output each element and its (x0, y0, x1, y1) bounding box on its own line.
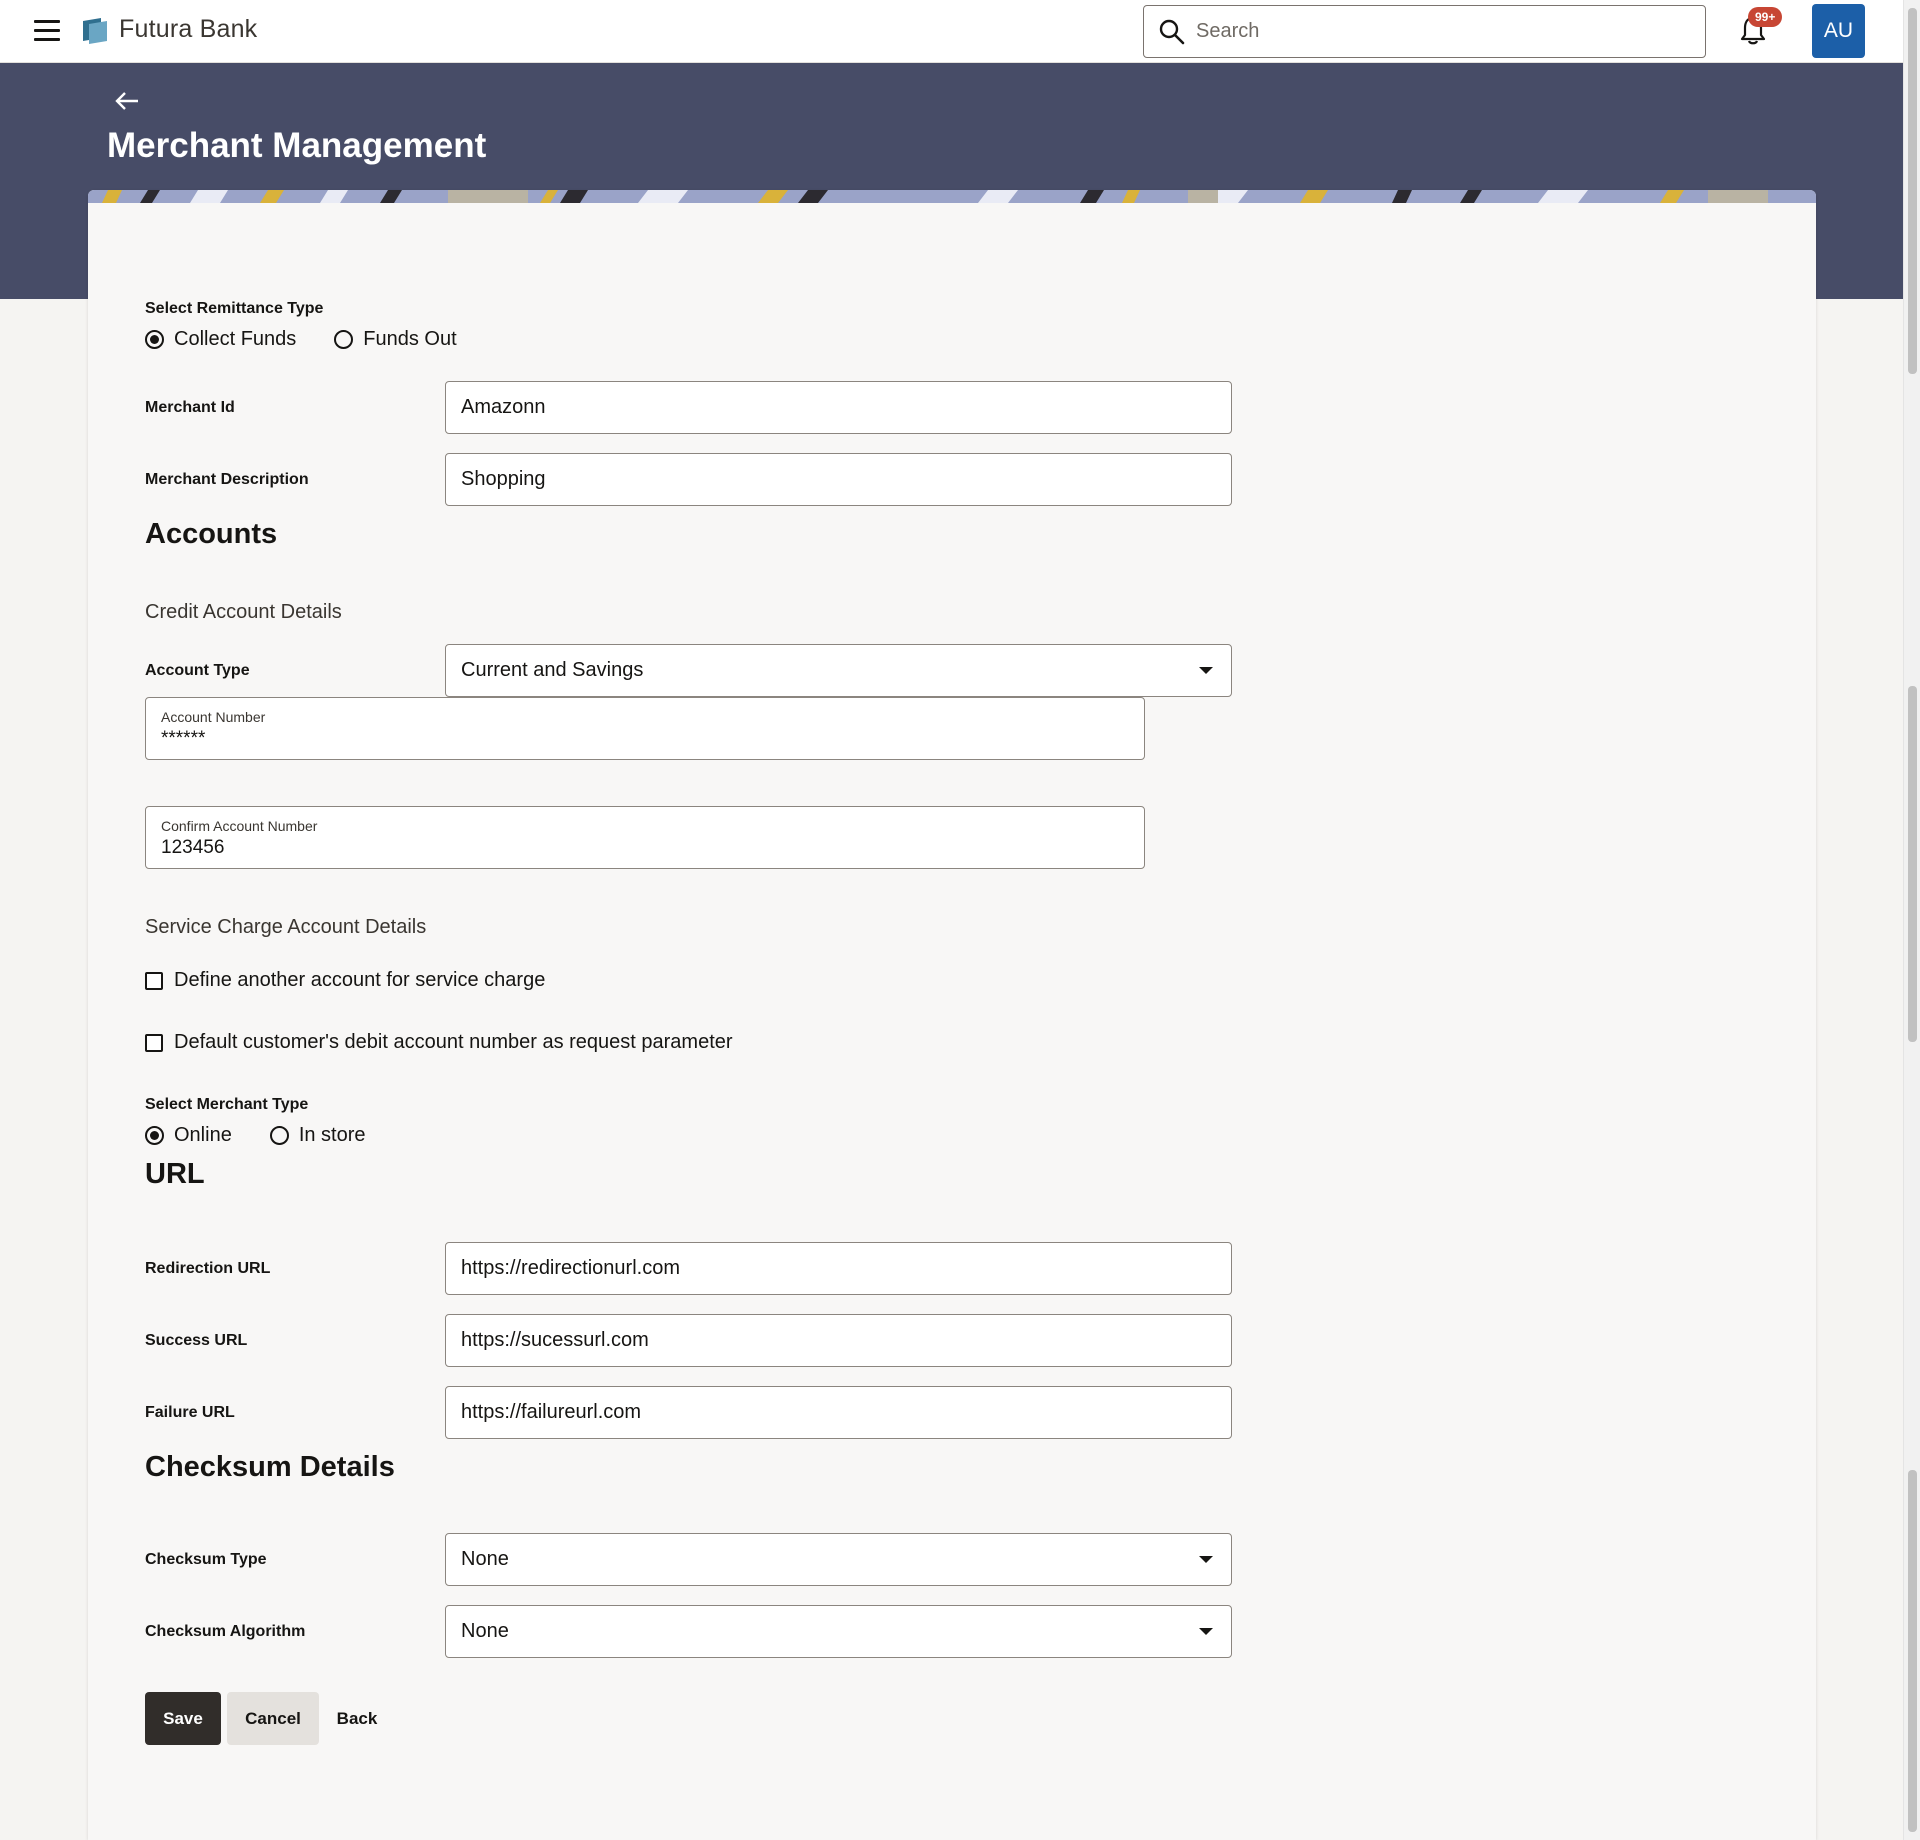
account-number-field[interactable]: Account Number ****** (145, 697, 1145, 760)
checkbox-label: Define another account for service charg… (174, 969, 546, 991)
merchant-id-label: Merchant Id (145, 399, 235, 416)
success-url-input[interactable] (445, 1314, 1232, 1367)
scrollbar-thumb[interactable] (1908, 1470, 1917, 1832)
confirm-account-number-label: Confirm Account Number (161, 818, 318, 834)
scrollbar-thumb[interactable] (1908, 686, 1917, 1042)
save-button[interactable]: Save (145, 1692, 221, 1745)
failure-url-label: Failure URL (145, 1404, 235, 1421)
radio-in-store[interactable]: In store (269, 1124, 366, 1147)
redirection-url-input[interactable] (445, 1242, 1232, 1295)
confirm-account-number-field[interactable]: Confirm Account Number 123456 (145, 806, 1145, 869)
radio-online[interactable]: Online (145, 1124, 232, 1147)
radio-button-selected[interactable] (145, 330, 164, 349)
chevron-down-icon (1199, 667, 1213, 674)
user-avatar[interactable]: AU (1812, 4, 1865, 58)
hamburger-menu-icon[interactable] (34, 20, 60, 42)
radio-label: In store (298, 1124, 366, 1146)
radio-funds-out[interactable]: Funds Out (334, 328, 457, 351)
checksum-type-label: Checksum Type (145, 1551, 267, 1568)
checksum-algorithm-select[interactable]: None (445, 1605, 1232, 1658)
notification-count-badge: 99+ (1748, 7, 1783, 27)
credit-account-details-heading: Credit Account Details (145, 601, 342, 623)
checkbox[interactable] (145, 971, 163, 990)
search-box[interactable] (1143, 5, 1706, 58)
radio-button-selected[interactable] (145, 1126, 164, 1145)
radio-button[interactable] (269, 1126, 289, 1145)
radio-button[interactable] (334, 330, 354, 349)
merchant-description-label: Merchant Description (145, 471, 309, 488)
service-charge-account-heading: Service Charge Account Details (145, 916, 427, 938)
page-title: Merchant Management (107, 126, 487, 165)
search-icon (1159, 19, 1185, 45)
checksum-algorithm-value: None (461, 1620, 509, 1642)
merchant-type-label: Select Merchant Type (145, 1096, 309, 1113)
merchant-type-radio-group: Online In store (145, 1124, 404, 1147)
top-navigation-bar: Futura Bank 99+ AU (0, 0, 1903, 63)
page-scrollbar[interactable] (1903, 0, 1920, 1840)
checksum-type-value: None (461, 1548, 509, 1570)
confirm-account-number-value: 123456 (161, 837, 225, 858)
account-number-label: Account Number (161, 709, 266, 725)
remittance-type-label: Select Remittance Type (145, 300, 324, 317)
back-button[interactable]: Back (327, 1692, 387, 1745)
redirection-url-label: Redirection URL (145, 1260, 271, 1277)
search-input[interactable] (1196, 6, 1696, 57)
checkbox[interactable] (145, 1033, 163, 1052)
radio-label: Funds Out (363, 328, 457, 350)
checksum-algorithm-label: Checksum Algorithm (145, 1623, 306, 1640)
checksum-type-select[interactable]: None (445, 1533, 1232, 1586)
merchant-form-card: Select Remittance Type Collect Funds Fun… (88, 190, 1816, 1840)
scrollbar-thumb[interactable] (1908, 8, 1917, 374)
radio-collect-funds[interactable]: Collect Funds (145, 328, 296, 351)
define-service-charge-account-option[interactable]: Define another account for service charg… (145, 969, 545, 992)
radio-label: Online (174, 1124, 232, 1146)
decorative-pattern-strip (88, 190, 1816, 203)
brand-name: Futura Bank (119, 15, 258, 43)
account-type-label: Account Type (145, 662, 250, 679)
checkbox-label: Default customer's debit account number … (174, 1031, 733, 1053)
account-number-value: ****** (161, 728, 206, 749)
accounts-heading: Accounts (145, 518, 278, 550)
bank-logo-icon (83, 18, 107, 44)
chevron-down-icon (1199, 1556, 1213, 1563)
default-debit-account-option[interactable]: Default customer's debit account number … (145, 1031, 733, 1054)
back-arrow-icon[interactable] (114, 90, 140, 112)
checksum-details-heading: Checksum Details (145, 1451, 395, 1483)
radio-label: Collect Funds (174, 328, 297, 350)
success-url-label: Success URL (145, 1332, 248, 1349)
account-type-select[interactable]: Current and Savings (445, 644, 1232, 697)
chevron-down-icon (1199, 1628, 1213, 1635)
remittance-type-radio-group: Collect Funds Funds Out (145, 328, 495, 351)
account-type-value: Current and Savings (461, 659, 644, 681)
cancel-button[interactable]: Cancel (227, 1692, 319, 1745)
merchant-description-input[interactable] (445, 453, 1232, 506)
failure-url-input[interactable] (445, 1386, 1232, 1439)
url-heading: URL (145, 1158, 205, 1190)
merchant-id-input[interactable] (445, 381, 1232, 434)
